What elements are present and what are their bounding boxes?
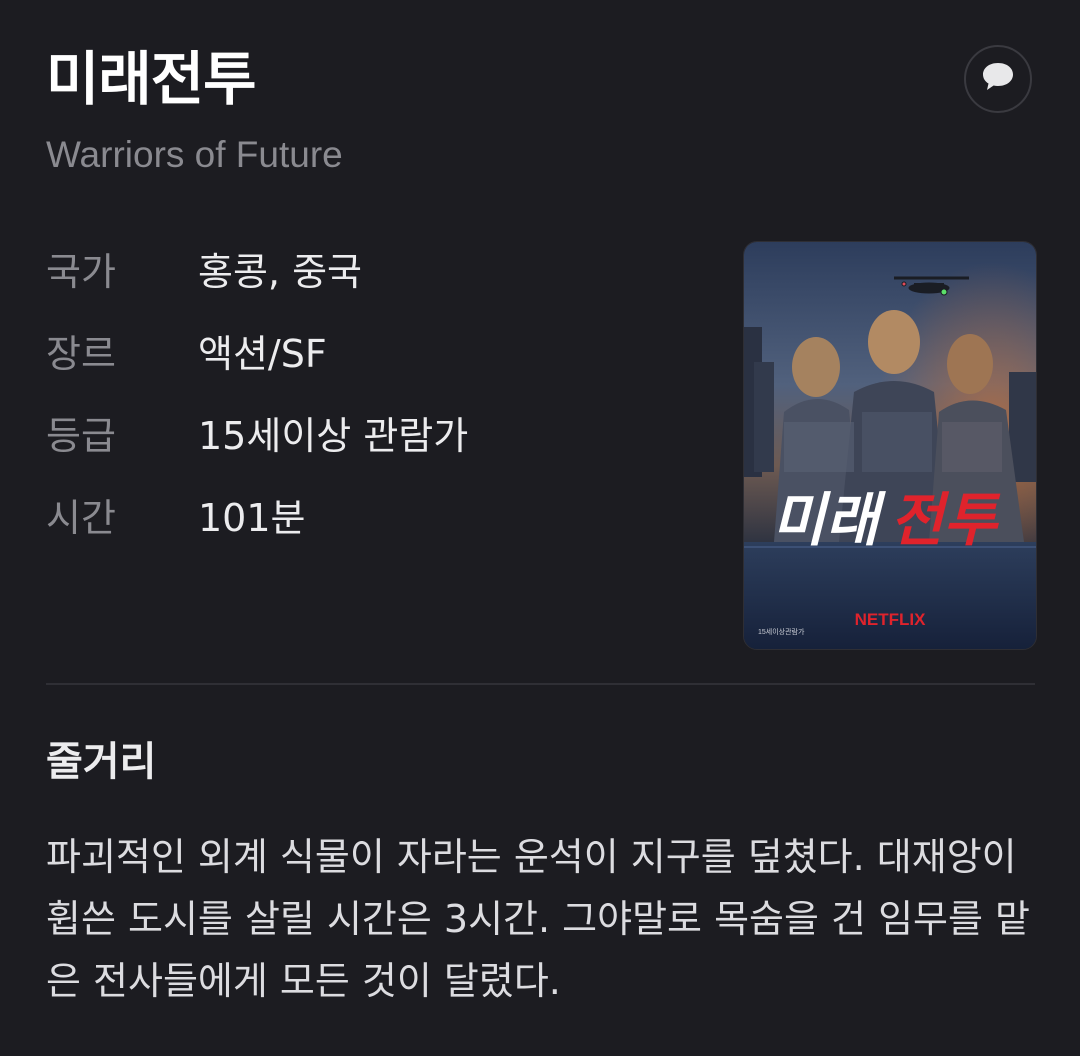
movie-info-list: 국가 홍콩, 중국 장르 액션/SF 등급 15세이상 관람가 시간 101분	[46, 242, 468, 570]
synopsis-text: 파괴적인 외계 식물이 자라는 운석이 지구를 덮쳤다. 대재앙이 휩쓴 도시를…	[46, 835, 1031, 1003]
info-label: 등급	[46, 414, 116, 458]
info-row-genre: 장르 액션/SF	[46, 324, 468, 406]
info-value: 홍콩, 중국	[198, 250, 362, 294]
info-value: 15세이상 관람가	[198, 414, 469, 458]
netflix-logo: NETFLIX	[855, 610, 926, 629]
movie-original-title: Warriors of Future	[46, 134, 343, 175]
poster-title-white: 미래	[772, 488, 886, 553]
info-label: 국가	[46, 250, 116, 294]
synopsis-heading: 줄거리	[46, 739, 157, 785]
poster-rating-text: 15세이상관람가	[758, 627, 805, 636]
info-label: 시간	[46, 496, 116, 540]
comment-button[interactable]	[964, 45, 1032, 113]
info-row-country: 국가 홍콩, 중국	[46, 242, 468, 324]
poster-title-red: 전투	[890, 488, 1001, 553]
info-row-rating: 등급 15세이상 관람가	[46, 406, 468, 488]
movie-poster[interactable]: 미래 전투 NETFLIX 15세이상관람가	[743, 241, 1037, 650]
speech-bubble-icon	[980, 60, 1016, 98]
info-value: 101분	[198, 496, 306, 540]
section-divider	[46, 683, 1035, 685]
info-row-runtime: 시간 101분	[46, 488, 468, 570]
info-value: 액션/SF	[198, 332, 327, 376]
movie-title: 미래전투	[46, 45, 256, 113]
info-label: 장르	[46, 332, 116, 376]
